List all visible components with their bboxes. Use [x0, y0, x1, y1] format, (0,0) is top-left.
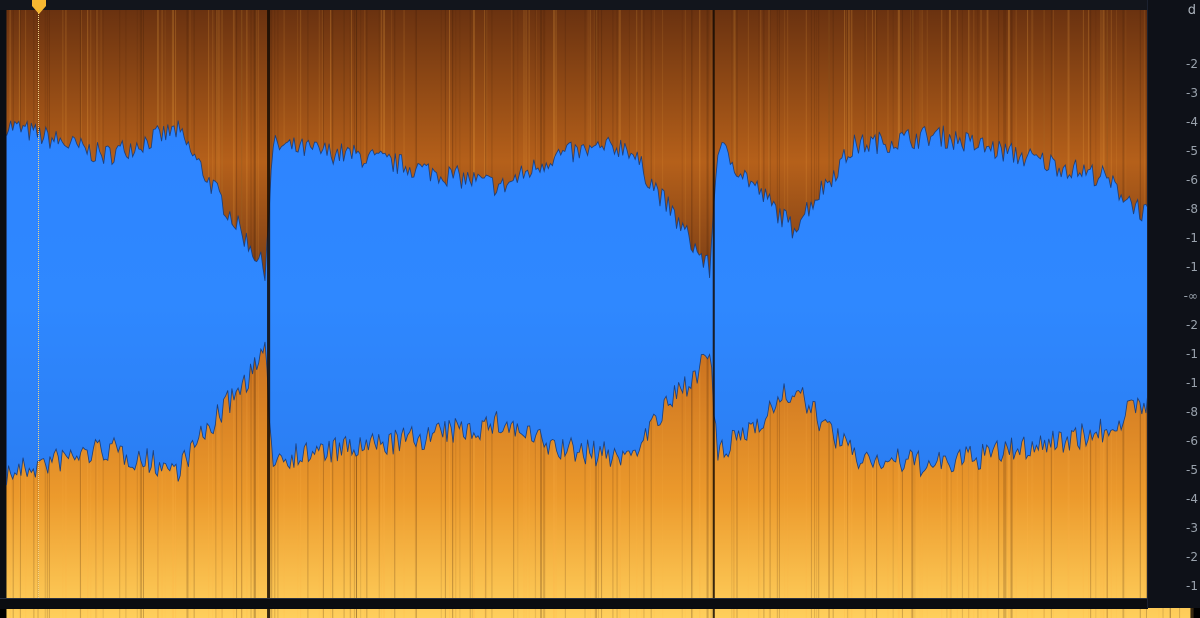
ruler-label: -1: [1186, 579, 1198, 593]
ruler-label: -5: [1186, 463, 1198, 477]
silence-gap: [712, 10, 715, 618]
ruler-label: -6: [1186, 173, 1198, 187]
waveform-shape: [6, 120, 1194, 486]
timeline-ruler[interactable]: [0, 598, 1148, 609]
ruler-label: -1: [1186, 231, 1198, 245]
silence-gap: [267, 10, 271, 618]
ruler-label: -2: [1186, 318, 1198, 332]
ruler-unit-label: d: [1187, 3, 1196, 18]
ruler-label: -8: [1186, 405, 1198, 419]
ruler-label: -5: [1186, 144, 1198, 158]
playhead-marker-icon[interactable]: [31, 0, 47, 14]
ruler-label: -∞: [1183, 289, 1198, 303]
ruler-label: -3: [1186, 521, 1198, 535]
db-scale-ruler: d -2 -3 -4 -5 -6 -8 -1 -1 -∞ -2 -1 -1 -8 -6 -5 -4 -3 -2 -1: [1147, 0, 1200, 608]
spectrogram-canvas[interactable]: [0, 10, 1200, 618]
ruler-label: -6: [1186, 434, 1198, 448]
ruler-label: -2: [1186, 57, 1198, 71]
ruler-label: -2: [1186, 550, 1198, 564]
top-bar: [0, 0, 1200, 10]
ruler-label: -4: [1186, 492, 1198, 506]
ruler-label: -8: [1186, 202, 1198, 216]
ruler-label: -3: [1186, 86, 1198, 100]
ruler-label: -1: [1186, 260, 1198, 274]
waveform-spectrogram-view[interactable]: [0, 10, 1194, 618]
ruler-label: -1: [1186, 376, 1198, 390]
playhead-line[interactable]: [38, 10, 39, 598]
audio-editor: d -2 -3 -4 -5 -6 -8 -1 -1 -∞ -2 -1 -1 -8 -6 -5 -4 -3 -2 -1: [0, 0, 1200, 618]
ruler-label: -1: [1186, 347, 1198, 361]
ruler-label: -4: [1186, 115, 1198, 129]
